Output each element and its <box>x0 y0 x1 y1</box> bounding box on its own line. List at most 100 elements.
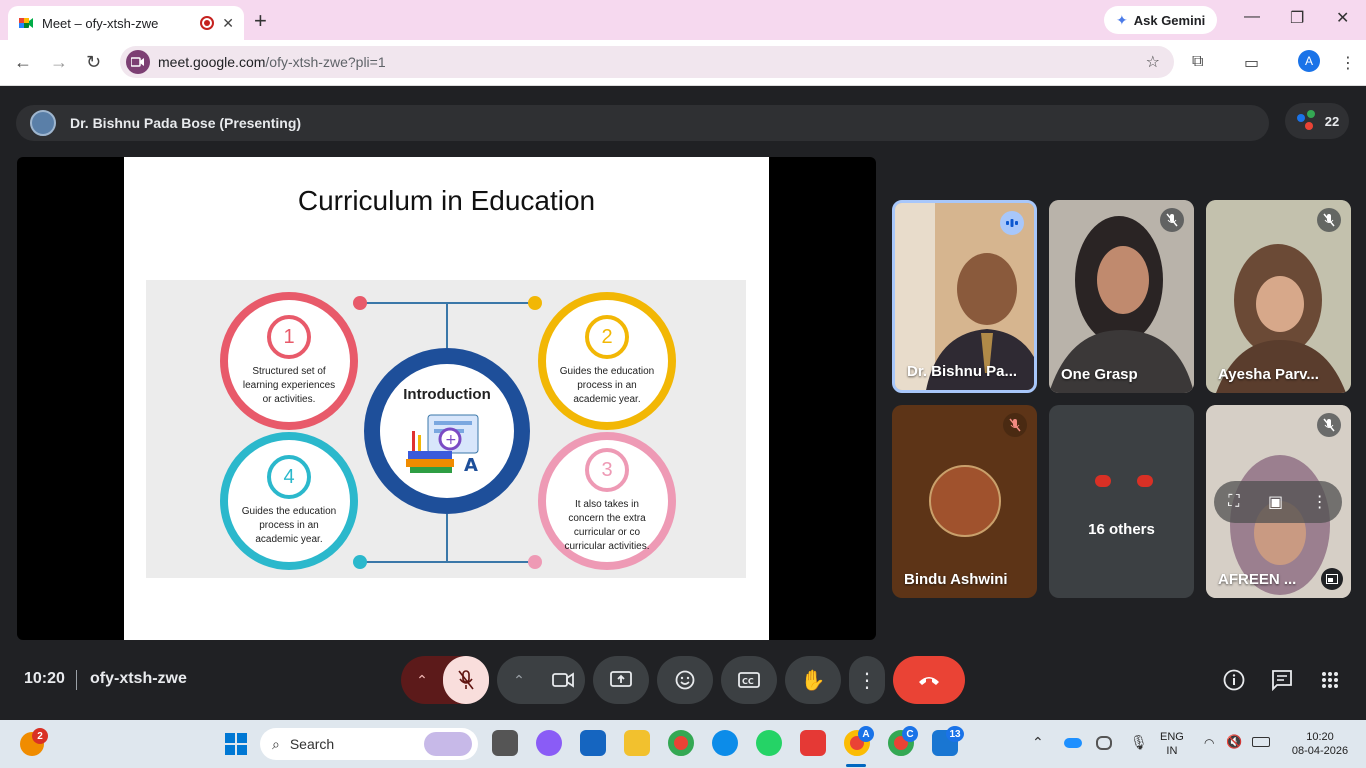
forward-icon[interactable]: → <box>50 52 68 73</box>
slide: Curriculum in Education 1 Structured set… <box>124 157 769 640</box>
wps-office-icon[interactable] <box>800 730 826 756</box>
participant-name: Dr. Bishnu Pa... <box>907 363 1018 380</box>
more-options-button[interactable]: ⋮ <box>849 656 885 704</box>
connector-line <box>360 302 536 304</box>
mic-toggle-button[interactable] <box>443 656 489 704</box>
tray-overflow-chevron-icon[interactable]: ⌃ <box>1032 734 1044 751</box>
url-path: /ofy-xtsh-zwe?pli=1 <box>265 54 386 70</box>
camera-options-chevron-icon[interactable]: ⌃ <box>497 672 541 689</box>
apps-grid-icon <box>1322 672 1338 688</box>
url-field[interactable]: meet.google.com/ofy-xtsh-zwe?pli=1 ☆ <box>120 46 1174 78</box>
hand-icon: ✋ <box>800 669 826 692</box>
reload-icon[interactable]: ↻ <box>86 52 101 73</box>
present-button[interactable] <box>593 656 649 704</box>
restore-icon[interactable]: ❐ <box>1290 8 1304 28</box>
presenter-banner: Dr. Bishnu Pada Bose (Presenting) <box>16 105 1269 141</box>
camera-control-group: ⌃ <box>497 656 585 704</box>
others-label: 16 others <box>1088 521 1155 538</box>
participant-tile[interactable]: ⛶ ▣ ⋮ AFREEN ... <box>1206 405 1351 598</box>
frame-person-icon[interactable]: ⛶ <box>1228 493 1239 511</box>
wifi-icon[interactable]: ◠ <box>1204 736 1214 750</box>
chrome-profile-badge: A <box>858 726 874 742</box>
language-region: IN <box>1166 745 1178 757</box>
ask-gemini-button[interactable]: ✦ Ask Gemini <box>1104 6 1218 34</box>
camera-toggle-button[interactable] <box>541 672 585 688</box>
extensions-puzzle-icon[interactable]: ⧉ <box>1192 53 1203 71</box>
introduction-label: Introduction <box>403 386 491 403</box>
item-4-text: Guides the education process in an acade… <box>241 506 337 545</box>
tile-more-icon[interactable]: ⋮ <box>1312 492 1328 512</box>
participant-tile[interactable]: Dr. Bishnu Pa... <box>892 200 1037 393</box>
tab-close-icon[interactable]: ✕ <box>222 15 234 32</box>
emoji-icon <box>675 670 695 690</box>
active-app-indicator <box>846 764 866 767</box>
item-1-text: Structured set of learning experiences o… <box>242 366 336 405</box>
item-3-number: 3 <box>585 448 629 492</box>
bookmark-star-icon[interactable]: ☆ <box>1146 52 1160 72</box>
whatsapp-icon[interactable] <box>756 730 782 756</box>
file-explorer-icon[interactable] <box>624 730 650 756</box>
connector-dot <box>353 296 367 310</box>
task-view-icon[interactable] <box>492 730 518 756</box>
window-close-icon[interactable]: ✕ <box>1336 8 1349 28</box>
captions-button[interactable]: CC <box>721 656 777 704</box>
minimize-icon[interactable]: — <box>1244 8 1260 26</box>
browser-tab-meet[interactable]: Meet – ofy-xtsh-zwe ✕ <box>8 6 244 40</box>
taskbar-search-box[interactable]: ⌕ Search <box>260 728 478 760</box>
mic-options-chevron-icon[interactable]: ⌃ <box>401 672 443 689</box>
battery-icon[interactable] <box>1252 737 1270 747</box>
others-avatar-icon <box>1095 475 1111 487</box>
slide-infographic: 1 Structured set of learning experiences… <box>146 280 746 578</box>
participant-name: Bindu Ashwini <box>904 571 1008 588</box>
copilot-icon[interactable] <box>536 730 562 756</box>
onedrive-icon[interactable] <box>1064 738 1082 748</box>
recording-indicator-icon <box>200 16 215 30</box>
system-clock[interactable]: 10:20 08-04-2026 <box>1284 730 1356 758</box>
presentation-stage: Curriculum in Education 1 Structured set… <box>17 157 876 640</box>
introduction-circle: Introduction + A <box>364 348 530 514</box>
activities-button[interactable] <box>1316 666 1344 694</box>
microphone-tray-icon[interactable]: 🎙 <box>1130 734 1148 751</box>
site-info-icon[interactable] <box>126 50 150 74</box>
meet-favicon-icon <box>19 18 33 28</box>
browser-menu-icon[interactable]: ⋮ <box>1340 53 1356 73</box>
windows-start-icon[interactable] <box>224 732 248 756</box>
participant-tile[interactable]: One Grasp <box>1049 200 1194 393</box>
clock-time: 10:20 <box>1306 731 1334 743</box>
presenter-avatar <box>30 110 56 136</box>
end-call-icon <box>919 677 939 685</box>
vpn-cloud-icon[interactable] <box>1096 736 1112 750</box>
profile-avatar[interactable]: A <box>1298 50 1320 72</box>
picture-in-picture-icon[interactable] <box>1321 568 1343 590</box>
language-indicator[interactable]: ENG IN <box>1160 730 1184 758</box>
back-icon[interactable]: ← <box>14 52 32 73</box>
store-icon[interactable] <box>580 730 606 756</box>
chrome-icon[interactable] <box>668 730 694 756</box>
participant-tile[interactable]: Bindu Ashwini <box>892 405 1037 598</box>
meeting-time: 10:20 <box>24 670 65 687</box>
reactions-button[interactable] <box>657 656 713 704</box>
search-icon: ⌕ <box>272 735 280 752</box>
edge-icon[interactable] <box>712 730 738 756</box>
camera-icon <box>552 672 574 688</box>
new-tab-icon[interactable]: + <box>254 8 267 34</box>
others-tile[interactable]: 16 others <box>1049 405 1194 598</box>
browser-tab-strip: Meet – ofy-xtsh-zwe ✕ + ✦ Ask Gemini — ❐… <box>0 0 1366 40</box>
raise-hand-button[interactable]: ✋ <box>785 656 841 704</box>
participant-name: Ayesha Parv... <box>1218 366 1319 383</box>
item-2-number: 2 <box>585 315 629 359</box>
leave-call-button[interactable] <box>893 656 965 704</box>
participant-tile[interactable]: Ayesha Parv... <box>1206 200 1351 393</box>
volume-muted-icon[interactable]: 🔇 <box>1226 734 1242 750</box>
language-code: ENG <box>1160 731 1184 743</box>
mic-off-icon <box>1317 413 1341 437</box>
others-avatar-icon <box>1137 475 1153 487</box>
meeting-info-button[interactable] <box>1220 666 1248 694</box>
participants-button[interactable]: 22 <box>1285 103 1349 139</box>
chat-button[interactable] <box>1268 666 1296 694</box>
participant-count: 22 <box>1324 113 1340 129</box>
mic-off-icon <box>458 670 474 690</box>
add-photo-icon[interactable]: ▣ <box>1268 492 1283 512</box>
cast-search-icon[interactable]: ▭ <box>1244 53 1259 73</box>
connector-dot <box>353 555 367 569</box>
